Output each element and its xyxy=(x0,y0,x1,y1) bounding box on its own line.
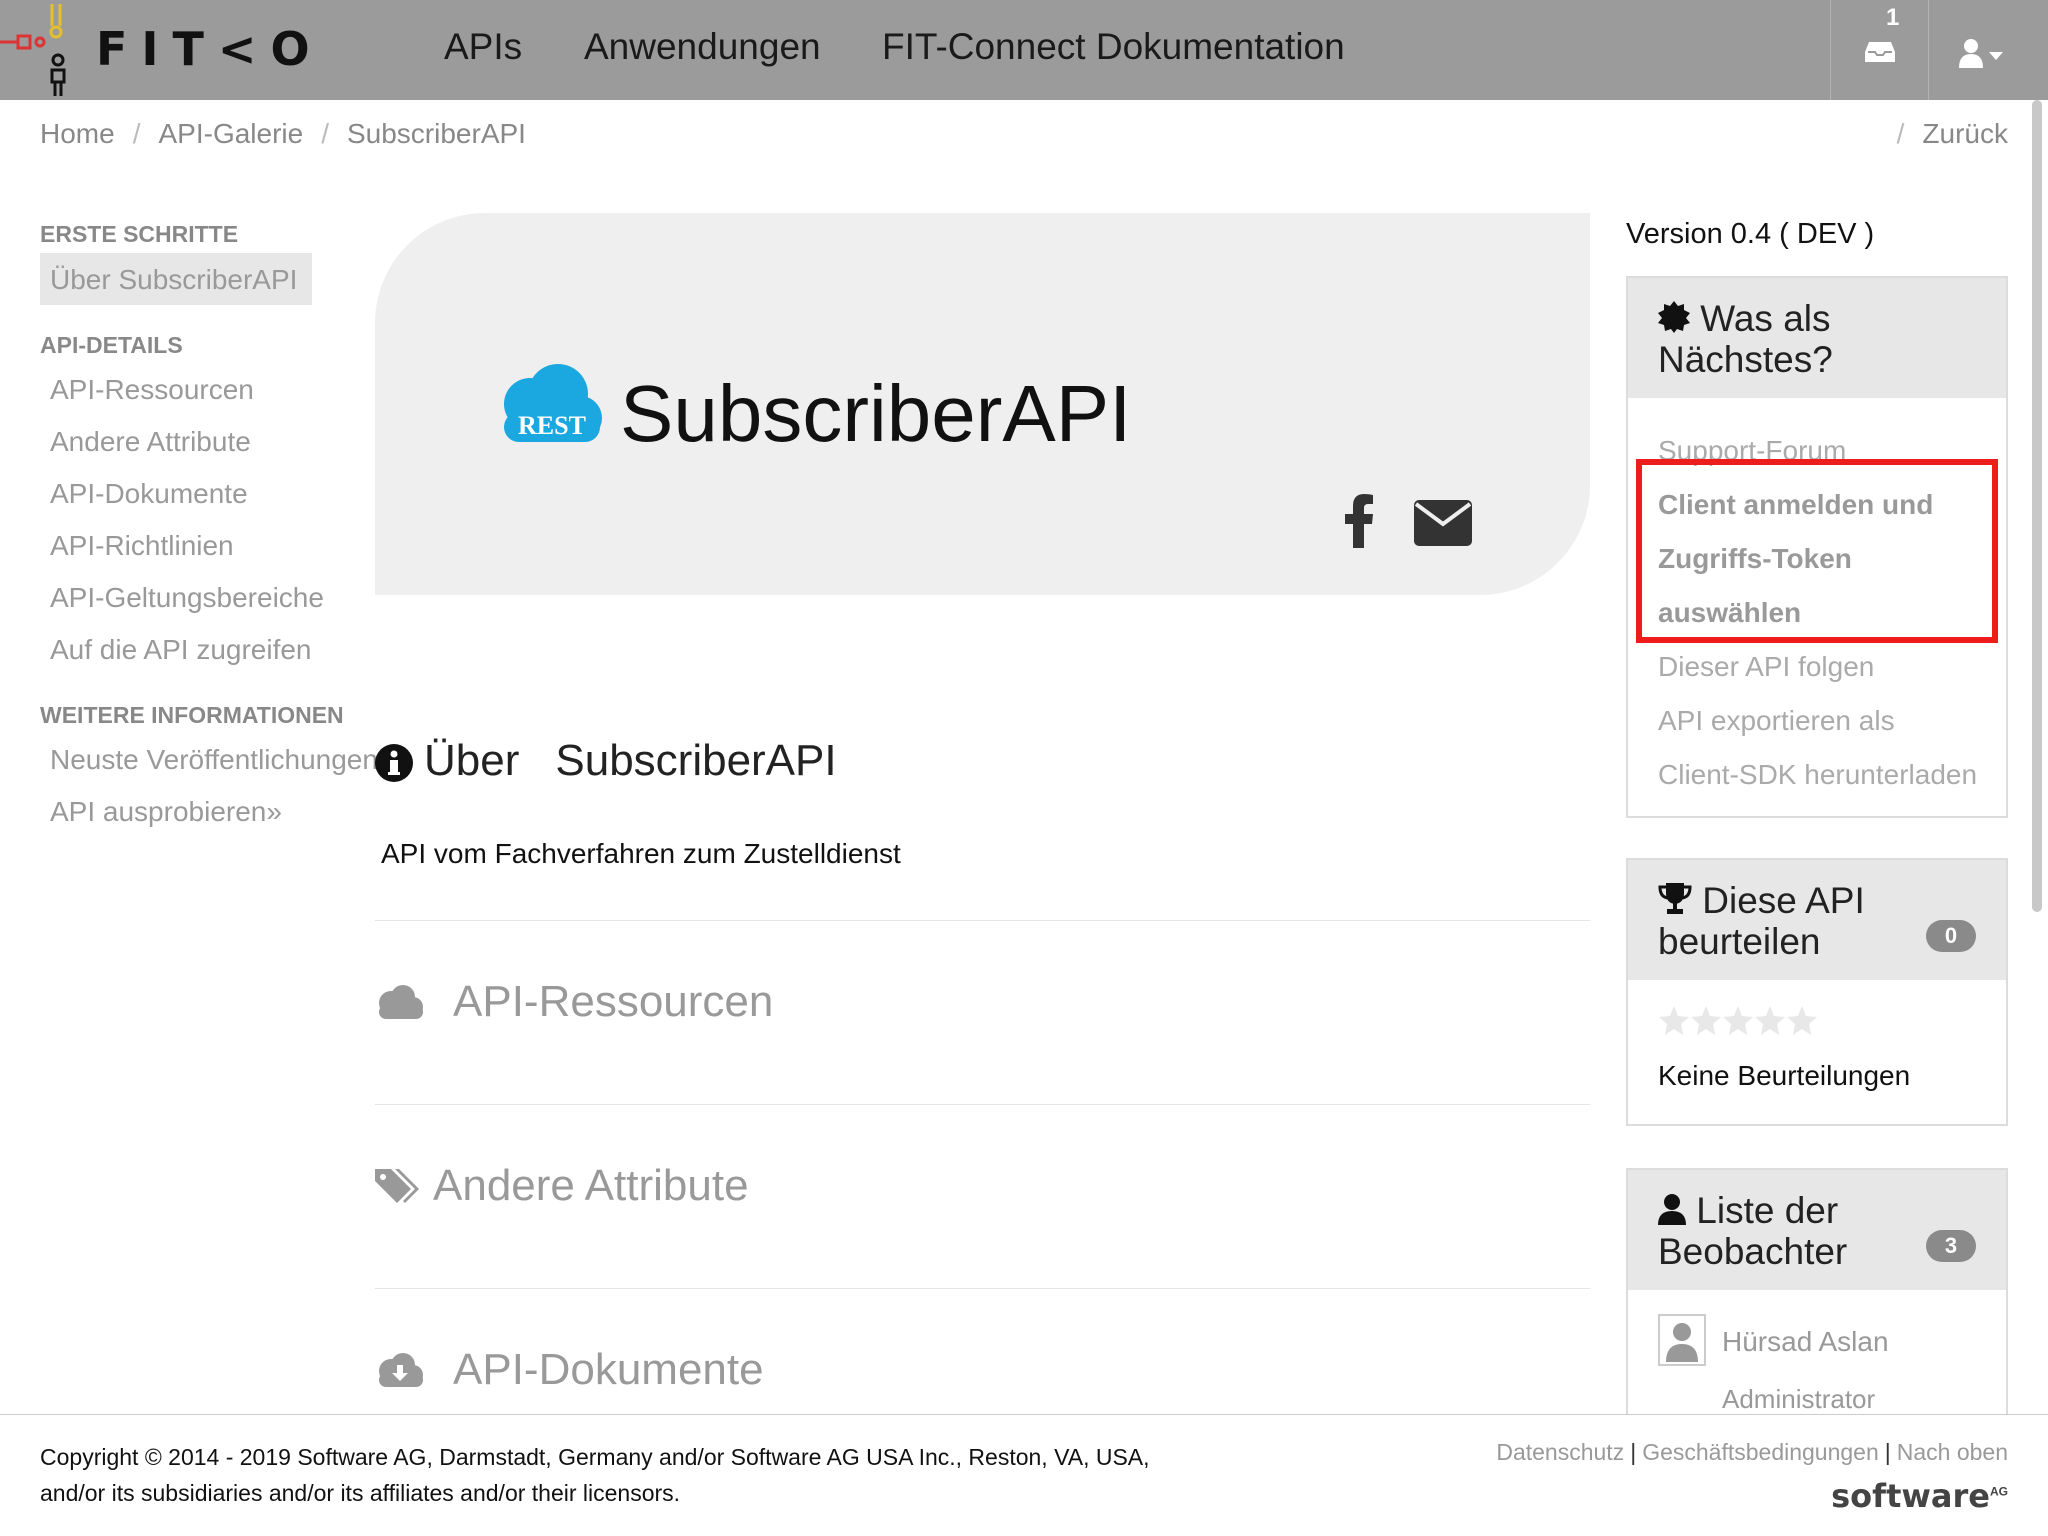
sidebar-item-zugreifen[interactable]: Auf die API zugreifen xyxy=(50,634,312,666)
cloud-icon xyxy=(379,985,423,1019)
fitko-logo-icon xyxy=(0,4,66,96)
breadcrumb-current: SubscriberAPI xyxy=(346,118,526,149)
caret-down-icon xyxy=(1989,52,2003,60)
panel-rate-api-header: Diese API beurteilen 0 xyxy=(1628,860,2006,980)
copyright-line-2: and/or its subsidiaries and/or its affil… xyxy=(40,1480,681,1506)
sidebar-heading-weitere-informationen: WEITERE INFORMATIONEN xyxy=(40,702,344,728)
sidebar-item-ueber[interactable]: Über SubscriberAPI xyxy=(50,264,297,296)
watcher-name[interactable]: Hürsad Aslan xyxy=(1722,1326,1889,1358)
trophy-icon xyxy=(1658,883,1692,914)
back-link-wrapper: / Zurück xyxy=(1897,118,2008,150)
sidebar-item-richtlinien[interactable]: API-Richtlinien xyxy=(50,530,234,562)
section-api-ressourcen[interactable]: API-Ressourcen xyxy=(375,920,1590,1104)
api-title: SubscriberAPI xyxy=(620,369,1132,458)
watchers-count-badge: 3 xyxy=(1926,1230,1976,1262)
panel-watchers-title-2: Beobachter xyxy=(1658,1231,1848,1272)
nav-link-apis[interactable]: APIs xyxy=(444,26,522,68)
copyright-text: Copyright © 2014 - 2019 Software AG, Dar… xyxy=(40,1439,1240,1511)
link-api-folgen[interactable]: Dieser API folgen xyxy=(1658,640,1976,694)
fitko-logo[interactable]: FIT<O xyxy=(0,0,310,100)
sidebar-heading-erste-schritte: ERSTE SCHRITTE xyxy=(40,221,239,247)
facebook-icon[interactable] xyxy=(1344,494,1374,548)
software-ag-brand: software xyxy=(1831,1477,1990,1515)
panel-rate-body: Keine Beurteilungen xyxy=(1628,980,2006,1112)
panel-watchers: Liste der Beobachter 3 Hürsad Aslan Admi… xyxy=(1626,1168,2008,1428)
avatar[interactable] xyxy=(1658,1314,1706,1366)
no-ratings-text: Keine Beurteilungen xyxy=(1658,1060,1911,1091)
breadcrumb: Home / API-Galerie / SubscriberAPI xyxy=(40,118,526,150)
software-ag-suffix: AG xyxy=(1990,1484,2008,1499)
breadcrumb-separator: / xyxy=(132,118,141,149)
about-title-name: SubscriberAPI xyxy=(555,736,837,785)
highlight-box xyxy=(1636,459,1998,643)
star-rating-icon xyxy=(1659,1006,1817,1035)
sidebar-item-ressourcen[interactable]: API-Ressourcen xyxy=(50,374,254,406)
sidebar-item-neuste[interactable]: Neuste Veröffentlichungen xyxy=(50,744,378,776)
info-icon xyxy=(375,744,413,782)
section-title-ressourcen: API-Ressourcen xyxy=(453,977,774,1026)
footer-link-geschaeftsbedingungen[interactable]: Geschäftsbedingungen xyxy=(1642,1439,1879,1465)
footer: Copyright © 2014 - 2019 Software AG, Dar… xyxy=(0,1414,2048,1536)
certificate-icon xyxy=(1658,301,1690,333)
breadcrumb-separator: / xyxy=(1896,118,1905,149)
section-title-andere-attribute: Andere Attribute xyxy=(433,1161,749,1210)
software-ag-logo: softwareAG xyxy=(1831,1477,2008,1515)
about-title-prefix: Über xyxy=(424,736,520,785)
nav-link-anwendungen[interactable]: Anwendungen xyxy=(584,26,821,68)
sidebar-heading-api-details: API-DETAILS xyxy=(40,332,183,358)
inbox-icon xyxy=(1865,42,1895,62)
sidebar-item-ausprobieren[interactable]: API ausprobieren» xyxy=(50,796,282,828)
panel-rate-title-1: Diese API xyxy=(1702,880,1865,921)
panel-watchers-header: Liste der Beobachter 3 xyxy=(1628,1170,2006,1290)
sidebar-item-andere-attribute[interactable]: Andere Attribute xyxy=(50,426,251,458)
api-description: API vom Fachverfahren zum Zustelldienst xyxy=(381,838,901,869)
inbox-button[interactable] xyxy=(1830,0,1928,100)
api-version: Version 0.4 ( DEV ) xyxy=(1626,218,1875,250)
email-icon[interactable] xyxy=(1414,500,1472,546)
inbox-count: 1 xyxy=(1886,4,1900,31)
section-api-dokumente[interactable]: API-Dokumente xyxy=(375,1288,1590,1414)
footer-separator: | xyxy=(1630,1439,1637,1465)
sidebar-item-dokumente[interactable]: API-Dokumente xyxy=(50,478,248,510)
top-navbar: FIT<O APIs Anwendungen FIT-Connect Dokum… xyxy=(0,0,2048,100)
rating-count-badge: 0 xyxy=(1926,920,1976,952)
about-title: Über SubscriberAPI xyxy=(424,736,837,786)
user-icon xyxy=(1959,39,2003,68)
footer-link-nach-oben[interactable]: Nach oben xyxy=(1897,1439,2008,1465)
sidebar-item-geltungsbereiche[interactable]: API-Geltungsbereiche xyxy=(50,582,324,614)
rest-badge-text: REST xyxy=(518,411,586,440)
cloud-download-icon xyxy=(379,1353,423,1387)
rest-cloud-icon: REST xyxy=(492,362,604,451)
user-icon xyxy=(1658,1194,1686,1225)
section-andere-attribute[interactable]: Andere Attribute xyxy=(375,1104,1590,1288)
footer-separator: | xyxy=(1884,1439,1891,1465)
panel-watchers-title-1: Liste der xyxy=(1696,1190,1839,1231)
page-scrollbar[interactable] xyxy=(2032,100,2042,912)
panel-what-next-header: Was als Nächstes? xyxy=(1628,278,2006,398)
tags-icon xyxy=(375,1169,419,1203)
back-link[interactable]: Zurück xyxy=(1922,118,2008,149)
panel-what-next-title-1: Was als xyxy=(1700,298,1831,339)
footer-link-datenschutz[interactable]: Datenschutz xyxy=(1496,1439,1624,1465)
breadcrumb-home[interactable]: Home xyxy=(40,118,115,149)
breadcrumb-separator: / xyxy=(321,118,329,149)
footer-links: Datenschutz | Geschäftsbedingungen | Nach ob… xyxy=(1496,1439,2008,1466)
copyright-line-1: Copyright © 2014 - 2019 Software AG, Dar… xyxy=(40,1444,1150,1470)
link-api-exportieren[interactable]: API exportieren als xyxy=(1658,694,1976,748)
panel-what-next-title-2: Nächstes? xyxy=(1658,339,1833,380)
link-sdk-herunterladen[interactable]: Client-SDK herunterladen xyxy=(1658,748,1977,802)
panel-watchers-body: Hürsad Aslan Administrator xyxy=(1628,1290,2006,1414)
rating-stars[interactable] xyxy=(1658,1004,1976,1048)
watcher-role: Administrator xyxy=(1722,1384,1876,1414)
section-title-dokumente: API-Dokumente xyxy=(453,1345,764,1394)
logo-text: FIT<O xyxy=(96,22,324,76)
panel-rate-api: Diese API beurteilen 0 Keine Beurteilung… xyxy=(1626,858,2008,1126)
nav-link-dokumentation[interactable]: FIT-Connect Dokumentation xyxy=(882,26,1345,68)
panel-rate-title-2: beurteilen xyxy=(1658,921,1821,962)
breadcrumb-api-galerie[interactable]: API-Galerie xyxy=(158,118,303,149)
user-menu-button[interactable] xyxy=(1928,0,2048,100)
